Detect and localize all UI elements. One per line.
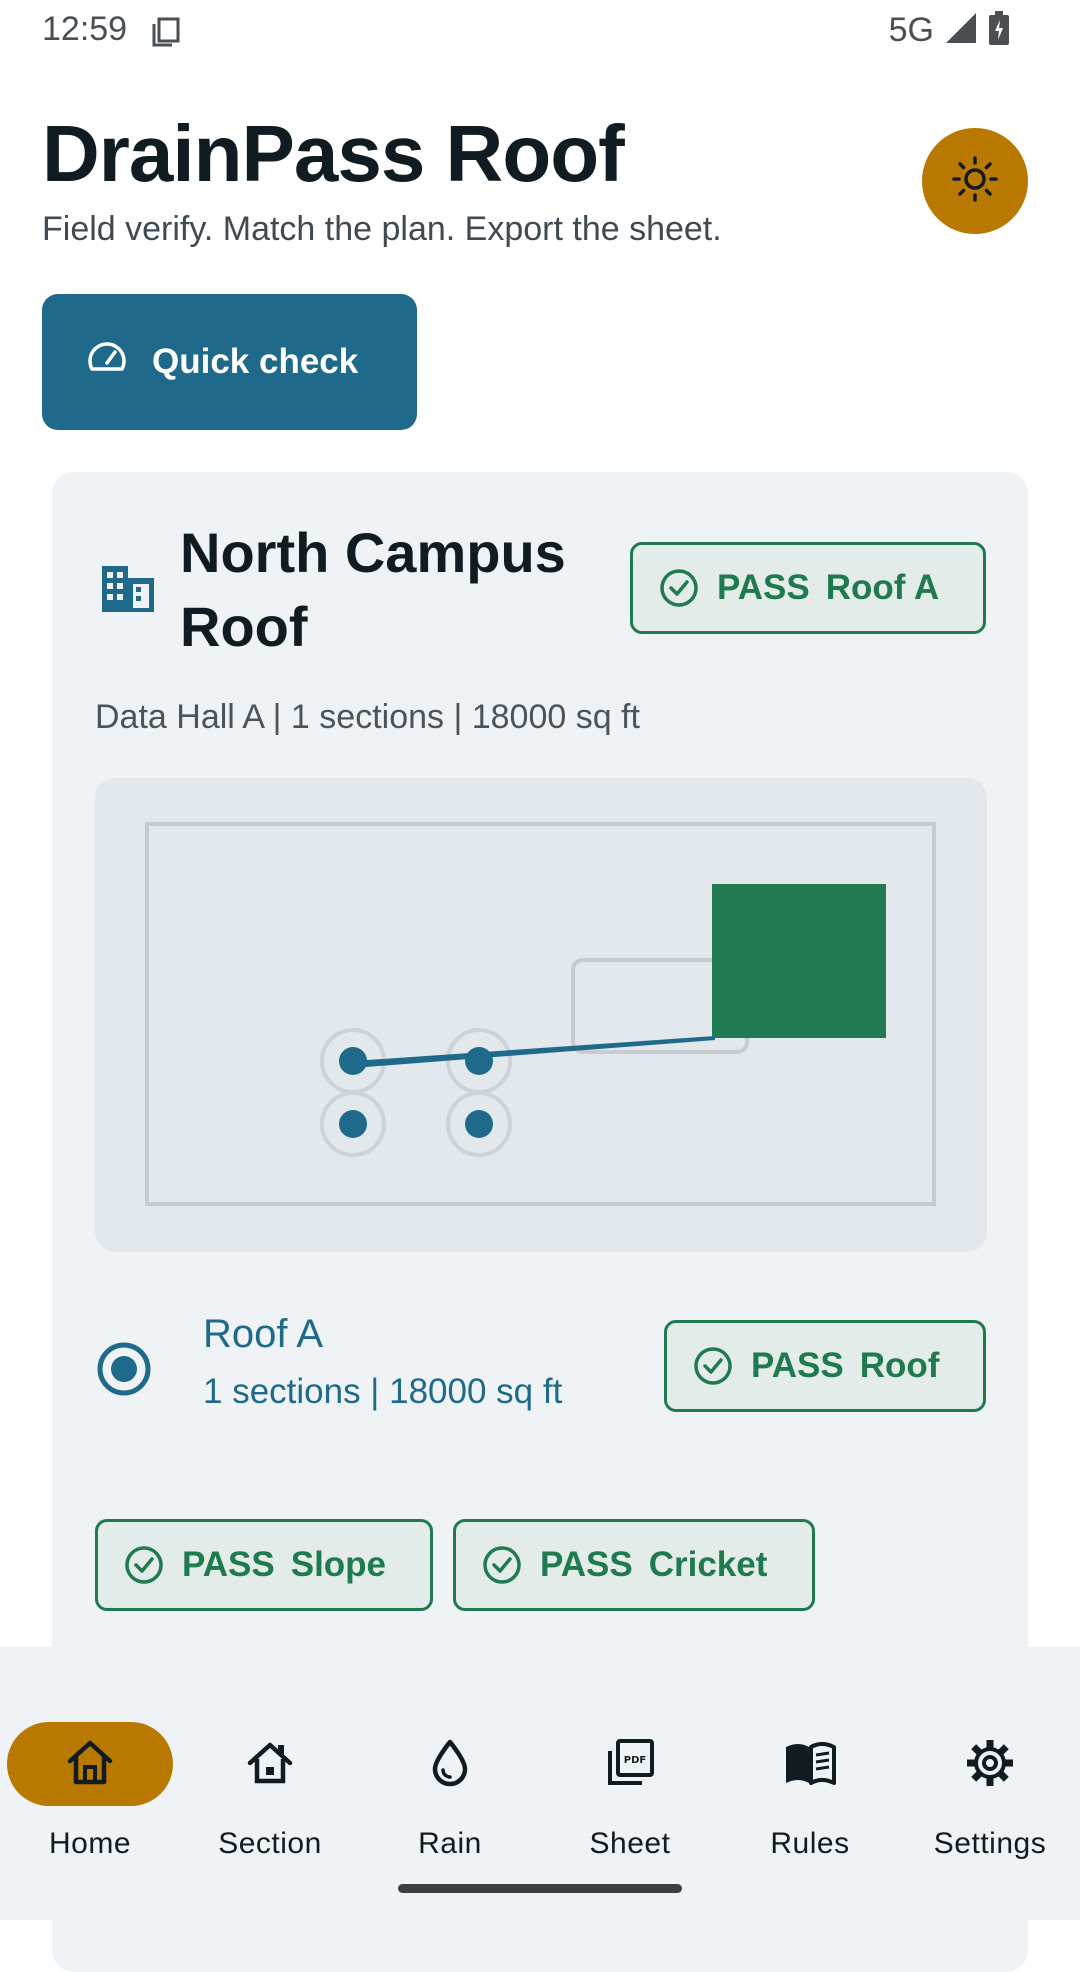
badge-status: PASS xyxy=(540,1545,633,1584)
status-time: 12:59 xyxy=(42,10,128,48)
project-meta: Data Hall A | 1 sections | 18000 sq ft xyxy=(95,698,640,736)
status-bar: 12:59 5G xyxy=(0,0,1080,64)
sim-card-icon xyxy=(150,16,182,53)
section-row[interactable]: Roof A 1 sections | 18000 sq ft PASS Roo… xyxy=(95,1312,987,1432)
book-icon xyxy=(720,1737,900,1789)
nav-label: Section xyxy=(218,1827,322,1860)
badge-status: PASS xyxy=(751,1346,844,1385)
drain-point xyxy=(339,1047,367,1075)
badge-label: Roof xyxy=(859,1346,940,1385)
home-icon xyxy=(0,1737,180,1789)
nav-item-rules[interactable]: Rules xyxy=(720,1685,900,1860)
check-badge-slope: PASS Slope xyxy=(95,1519,433,1611)
project-status-badge: PASS Roof A xyxy=(630,542,986,634)
project-title: North Campus Roof xyxy=(180,521,566,658)
roof-plan-preview[interactable] xyxy=(95,778,987,1252)
sun-icon xyxy=(951,155,999,208)
drain-point xyxy=(465,1047,493,1075)
badge-status: PASS xyxy=(182,1545,275,1584)
svg-text:PDF: PDF xyxy=(624,1755,646,1766)
section-status-badge: PASS Roof xyxy=(664,1320,986,1412)
app-title: DrainPass Roof xyxy=(42,109,625,198)
quick-check-label: Quick check xyxy=(152,342,359,381)
check-circle-icon xyxy=(124,1545,164,1585)
nav-item-settings[interactable]: Settings xyxy=(900,1685,1080,1860)
network-type: 5G xyxy=(888,11,934,49)
badge-status: PASS xyxy=(717,568,810,607)
check-circle-icon xyxy=(659,568,699,608)
gear-icon xyxy=(900,1737,1080,1789)
nav-label: Sheet xyxy=(589,1827,671,1860)
check-circle-icon xyxy=(693,1346,733,1386)
theme-toggle-button[interactable] xyxy=(922,128,1028,234)
nav-label: Home xyxy=(48,1827,132,1860)
speedometer-icon xyxy=(86,337,128,388)
section-name: Roof A xyxy=(203,1312,324,1356)
bottom-navigation: Home Section Rain PDF Sheet Rules Settin… xyxy=(0,1647,1080,1920)
home-indicator[interactable] xyxy=(398,1884,682,1893)
equipment-area xyxy=(712,884,886,1038)
badge-label: Cricket xyxy=(648,1545,768,1584)
status-right: 5G xyxy=(889,10,1010,51)
quick-check-button[interactable]: Quick check xyxy=(42,294,417,430)
section-meta: 1 sections | 18000 sq ft xyxy=(203,1372,563,1411)
nav-item-rain[interactable]: Rain xyxy=(360,1685,540,1860)
check-circle-icon xyxy=(482,1545,522,1585)
nav-label: Settings xyxy=(933,1827,1047,1860)
section-radio[interactable] xyxy=(95,1340,153,1403)
nav-item-sheet[interactable]: PDF Sheet xyxy=(540,1685,720,1860)
app-subtitle: Field verify. Match the plan. Export the… xyxy=(42,210,722,248)
pdf-icon: PDF xyxy=(540,1737,720,1789)
nav-item-section[interactable]: Section xyxy=(180,1685,360,1860)
badge-label: Slope xyxy=(290,1545,387,1584)
signal-icon xyxy=(944,11,978,50)
check-badge-cricket: PASS Cricket xyxy=(453,1519,815,1611)
badge-label: Roof A xyxy=(825,568,940,607)
nav-label: Rules xyxy=(770,1827,850,1860)
battery-icon xyxy=(988,10,1010,51)
rain-drop-icon xyxy=(360,1737,540,1789)
drain-point xyxy=(339,1110,367,1138)
nav-item-home[interactable]: Home xyxy=(0,1685,180,1860)
nav-label: Rain xyxy=(418,1827,482,1860)
building-icon xyxy=(100,564,156,619)
drain-point xyxy=(465,1110,493,1138)
section-icon xyxy=(180,1737,360,1789)
